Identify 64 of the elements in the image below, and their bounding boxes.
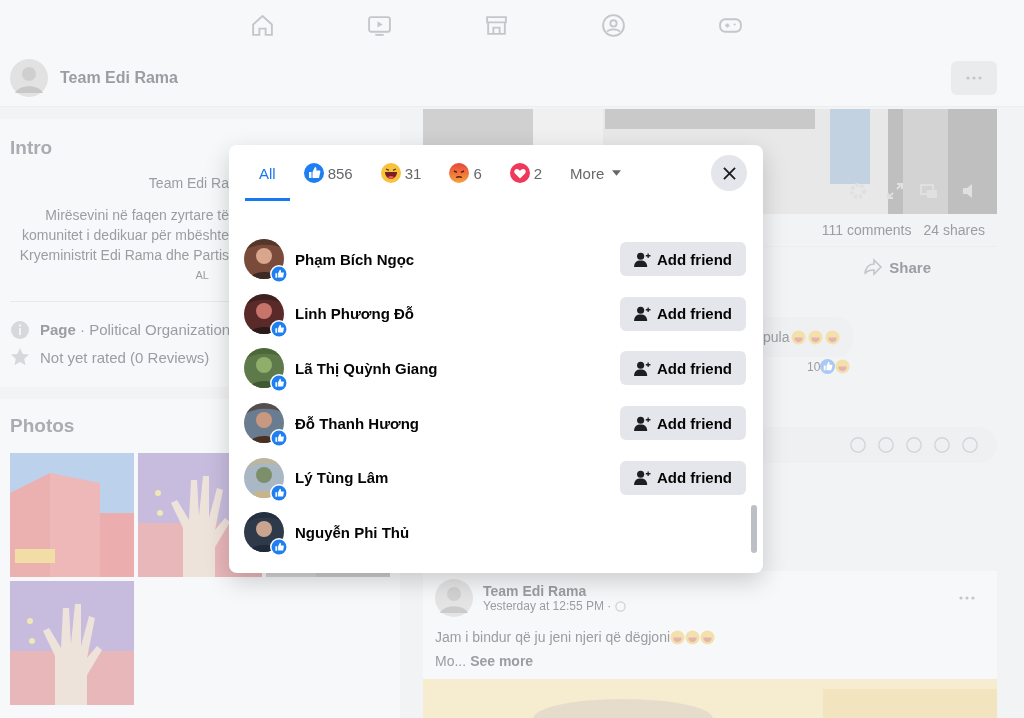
settings-icon[interactable]	[848, 181, 868, 201]
rating-text: Not yet rated (0 Reviews)	[40, 348, 210, 366]
add-friend-button[interactable]: Add friend	[620, 406, 746, 441]
groups-icon[interactable]	[601, 12, 626, 38]
intro-line: Mirësevini në faqen zyrtare të	[45, 206, 229, 225]
page-category: Page · Political Organization	[40, 321, 231, 338]
add-person-icon	[634, 306, 651, 322]
photos-title: Photos	[10, 415, 75, 437]
add-person-icon	[634, 361, 651, 376]
add-friend-button[interactable]: Add friend	[620, 351, 746, 386]
person-name[interactable]: Lã Thị Quỳnh Giang	[295, 360, 438, 377]
reaction-count: 10	[807, 359, 821, 374]
more-tab[interactable]: More	[556, 145, 636, 201]
add-friend-button[interactable]: Add friend	[620, 460, 746, 495]
person-name[interactable]: Phạm Bích Ngọc	[295, 250, 415, 268]
post-text-more: Mo...	[435, 653, 467, 669]
laughing-emoji-icon	[825, 329, 841, 345]
share-icon	[863, 257, 884, 277]
intro-title: Intro	[10, 137, 53, 159]
intro-line: Kryeministrit Edi Rama dhe Partis	[19, 246, 229, 265]
person-name[interactable]: Lý Tùng Lâm	[295, 469, 389, 487]
comment-tool-icon[interactable]	[849, 436, 867, 454]
comment-tool-icon[interactable]	[961, 436, 979, 454]
comment-tool-icon[interactable]	[933, 436, 951, 454]
person-name[interactable]: Nguyễn Phi Thủ	[295, 523, 410, 541]
comment-tool-icon[interactable]	[877, 436, 895, 454]
laughing-emoji-icon	[835, 359, 851, 374]
expand-icon[interactable]	[885, 181, 905, 201]
reaction-tab[interactable]: 2	[495, 145, 557, 201]
person-name[interactable]: Linh Phương Đỗ	[295, 305, 414, 323]
person-name[interactable]: Đỗ Thanh Hương	[295, 414, 419, 432]
angry-emoji-icon	[449, 163, 470, 183]
intro-name: Team Edi Ra	[148, 174, 229, 193]
add-person-icon	[634, 470, 651, 486]
add-person-icon	[634, 251, 651, 267]
home-icon[interactable]	[250, 12, 275, 38]
intro-line: komunitet i dedikuar për mbështe	[22, 226, 229, 245]
add-person-icon	[634, 415, 651, 431]
close-button[interactable]	[711, 155, 747, 191]
star-icon	[10, 347, 30, 368]
comment-tool-icon[interactable]	[905, 436, 923, 454]
add-friend-button[interactable]: Add friend	[620, 296, 746, 331]
add-friend-button[interactable]: Add friend	[620, 242, 746, 277]
reaction-tab[interactable]: All	[245, 145, 290, 201]
language-label: AL	[195, 268, 209, 283]
laughing-emoji-icon	[791, 329, 807, 345]
comment-text: pula	[763, 329, 790, 345]
post-text: Jam i bindur që ju jeni njeri që dëgjoni	[435, 629, 671, 645]
globe-icon	[615, 600, 627, 612]
reaction-tab[interactable]: 856	[289, 145, 367, 201]
laughing-emoji-icon	[700, 629, 716, 645]
reaction-tab[interactable]: 31	[366, 145, 436, 201]
close-icon	[722, 166, 736, 180]
laughing-emoji-icon	[670, 629, 686, 645]
info-icon	[10, 319, 30, 340]
caret-icon	[612, 170, 622, 176]
laughing-emoji-icon	[808, 329, 824, 345]
laughing-emoji-icon	[380, 163, 401, 183]
more-icon	[966, 76, 982, 80]
laughing-emoji-icon	[685, 629, 701, 645]
like-icon	[820, 359, 836, 374]
like-icon	[303, 163, 324, 183]
more-icon[interactable]	[959, 596, 975, 600]
more-button[interactable]	[951, 61, 997, 95]
